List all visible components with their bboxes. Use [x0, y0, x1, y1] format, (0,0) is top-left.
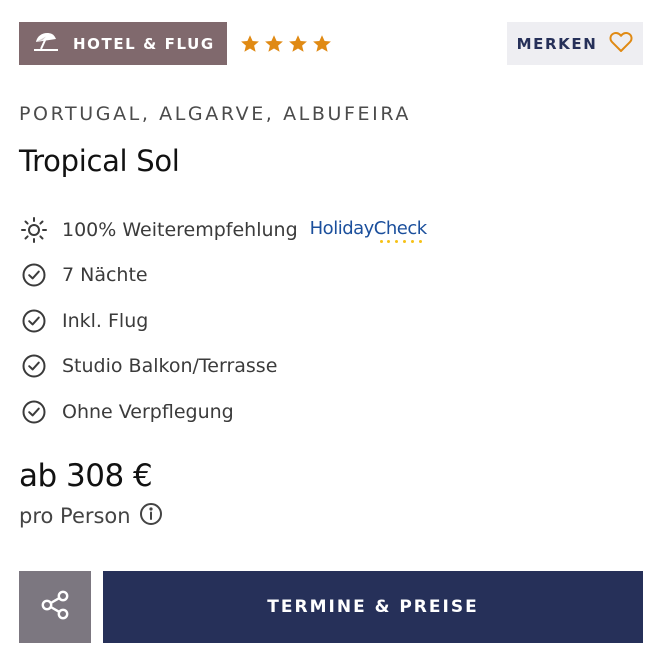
- share-icon: [39, 589, 71, 625]
- feature-recommendation: 100% Weiterempfehlung HolidayCheck: [20, 207, 580, 253]
- price-unit-label: pro Person: [19, 504, 131, 528]
- holidaycheck-dots: [310, 239, 427, 243]
- holidaycheck-label: HolidayCheck: [309, 217, 428, 239]
- check-circle-icon: [20, 352, 48, 380]
- star-rating: [240, 34, 332, 58]
- beach-umbrella-icon: [33, 30, 59, 58]
- badge-label: HOTEL & FLUG: [73, 34, 215, 53]
- feature-room: Studio Balkon/Terrasse: [20, 344, 580, 390]
- cta-label: TERMINE & PREISE: [267, 597, 479, 617]
- check-circle-icon: [20, 261, 48, 289]
- check-circle-icon: [20, 398, 48, 426]
- merken-label: MERKEN: [516, 34, 598, 53]
- star-icon: [312, 34, 332, 58]
- feature-text: 7 Nächte: [62, 264, 148, 287]
- feature-text: 100% Weiterempfehlung: [62, 218, 298, 241]
- star-icon: [288, 34, 308, 58]
- heart-outline-icon: [609, 31, 633, 57]
- termine-preise-button[interactable]: TERMINE & PREISE: [103, 571, 643, 643]
- feature-list: 100% Weiterempfehlung HolidayCheck 7 Näc…: [20, 207, 580, 435]
- check-circle-icon: [20, 307, 48, 335]
- hotel-flug-badge: HOTEL & FLUG: [19, 22, 227, 65]
- feature-board: Ohne Verpflegung: [20, 389, 580, 435]
- price: ab 308 €: [19, 458, 153, 494]
- feature-flight: Inkl. Flug: [20, 298, 580, 344]
- feature-text: Ohne Verpflegung: [62, 400, 234, 423]
- holidaycheck-logo[interactable]: HolidayCheck: [309, 217, 428, 243]
- star-icon: [264, 34, 284, 58]
- offer-header: HOTEL & FLUG MERKEN: [19, 22, 643, 65]
- price-unit: pro Person: [19, 502, 163, 530]
- location-breadcrumb: PORTUGAL, ALGARVE, ALBUFEIRA: [19, 103, 411, 125]
- feature-text: Studio Balkon/Terrasse: [62, 355, 278, 378]
- merken-button[interactable]: MERKEN: [507, 22, 643, 65]
- star-icon: [240, 34, 260, 58]
- feature-nights: 7 Nächte: [20, 253, 580, 299]
- sun-icon: [20, 216, 48, 244]
- hotel-title[interactable]: Tropical Sol: [19, 144, 180, 178]
- share-button[interactable]: [19, 571, 91, 643]
- feature-text: Inkl. Flug: [62, 309, 149, 332]
- info-icon[interactable]: [139, 502, 163, 530]
